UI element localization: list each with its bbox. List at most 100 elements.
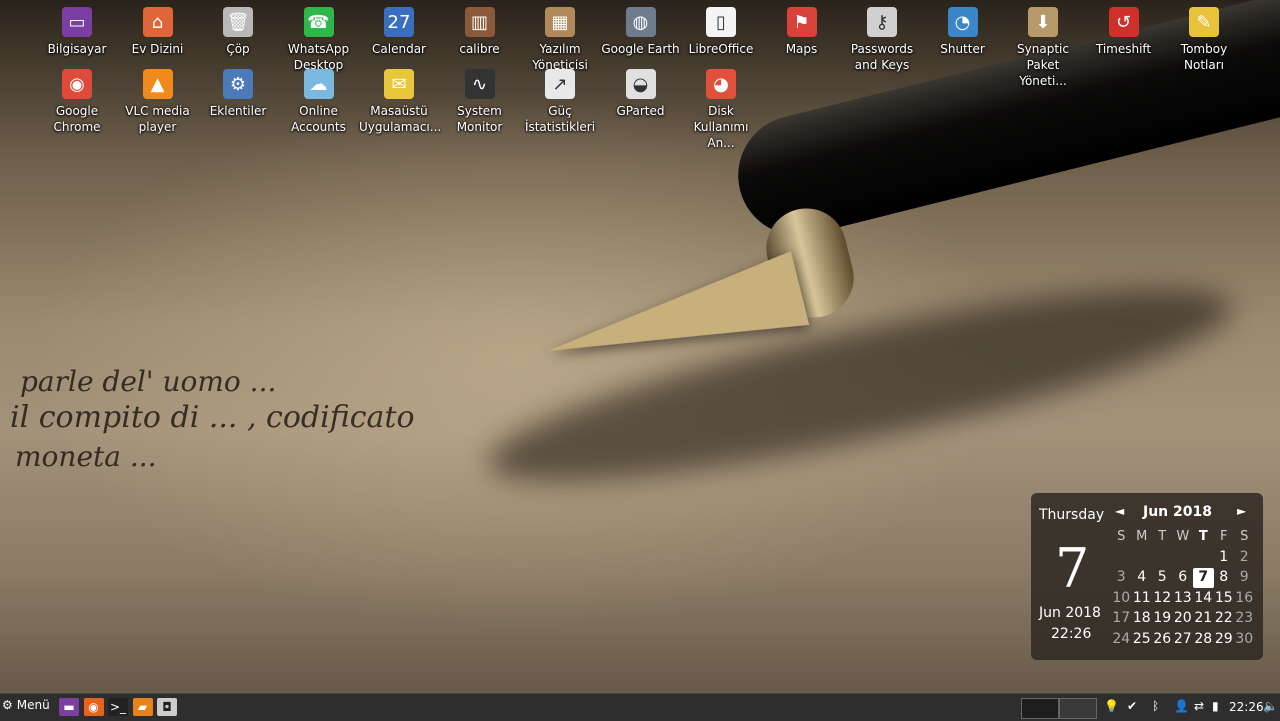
calendar-day[interactable]: 8	[1214, 568, 1235, 588]
calendar-month-title: Jun 2018	[1143, 504, 1212, 520]
menu-button[interactable]: ⚙ Menü	[2, 698, 50, 712]
show-desktop-icon[interactable]: ▬	[59, 698, 79, 716]
desktop-icon-label: System Monitor	[456, 104, 503, 134]
calendar-day[interactable]: 20	[1173, 609, 1194, 629]
workspace-1[interactable]	[1021, 698, 1059, 719]
calendar-day[interactable]: 13	[1173, 589, 1194, 609]
lightbulb-icon[interactable]: 💡	[1104, 699, 1119, 713]
battery-icon[interactable]: ▮	[1212, 699, 1219, 713]
desktop-icon[interactable]: ◍ Google Earth	[601, 7, 681, 57]
taskbar-clock[interactable]: 22:26	[1229, 700, 1264, 714]
workspace-2[interactable]	[1059, 698, 1097, 719]
wallpaper-handwriting: parle del' uomo ...	[20, 365, 277, 398]
desktop-icon[interactable]: ∿ System Monitor	[440, 69, 520, 135]
desktop-icon[interactable]: ▥ calibre	[440, 7, 520, 57]
calendar-day	[1173, 548, 1194, 568]
desktop-icon[interactable]: ⚑ Maps	[762, 7, 842, 57]
desktop-icon[interactable]: ↗ Güç İstatistikleri	[520, 69, 600, 135]
desktop-icon[interactable]: ⌂ Ev Dizini	[118, 7, 198, 57]
calendar-day[interactable]: 4	[1132, 568, 1153, 588]
bluetooth-icon[interactable]: ᛒ	[1152, 699, 1159, 713]
calendar-day[interactable]: 2	[1234, 548, 1255, 568]
desktop-icon[interactable]: ◔ Shutter	[923, 7, 1003, 57]
files-icon[interactable]: ▰	[132, 698, 153, 716]
terminal-icon[interactable]: >_	[108, 698, 128, 716]
desktop-icon[interactable]: ✉ Masaüstü Uygulamacı...	[359, 69, 442, 135]
cloud-icon: ☁	[303, 69, 334, 99]
calendar-day[interactable]: 9	[1234, 568, 1255, 588]
calendar-day[interactable]: 18	[1132, 609, 1153, 629]
desktop-icon[interactable]: ◕ Disk Kullanımı An...	[681, 69, 761, 151]
calendar-day[interactable]: 19	[1152, 609, 1173, 629]
calendar-day[interactable]: 14	[1193, 589, 1214, 609]
desktop-icon[interactable]: ▯ LibreOffice	[681, 7, 761, 57]
desktop-icon[interactable]: ☁ Online Accounts	[279, 69, 359, 135]
network-icon[interactable]: ⇄	[1194, 699, 1204, 713]
desktop-icon[interactable]: ▦ Yazılım Yöneticisi	[520, 7, 600, 73]
calendar-desklet: Thursday 7 Jun 2018 22:26 ◄ Jun 2018 ► S…	[1031, 493, 1263, 660]
desktop-icon[interactable]: ▭ Bilgisayar	[37, 7, 117, 57]
calendar-day[interactable]: 24	[1111, 630, 1132, 650]
desktop-icon-label: calibre	[459, 42, 500, 56]
calendar-day[interactable]: 27	[1173, 630, 1194, 650]
desktop-icon[interactable]: ↺ Timeshift	[1084, 7, 1164, 57]
calendar-day[interactable]: 21	[1193, 609, 1214, 629]
calendar-day[interactable]: 17	[1111, 609, 1132, 629]
calendar-day[interactable]: 22	[1214, 609, 1235, 629]
shield-icon[interactable]: ✔	[1127, 699, 1137, 713]
desktop-icon-label: Çöp	[226, 42, 250, 56]
calendar-day[interactable]: 26	[1152, 630, 1173, 650]
desktop-icon[interactable]: ⚷ Passwords and Keys	[842, 7, 922, 73]
calendar-day[interactable]: 23	[1234, 609, 1255, 629]
maps-icon: ⚑	[786, 7, 817, 37]
firefox-icon[interactable]: ◉	[83, 698, 104, 716]
calendar-day[interactable]: 25	[1132, 630, 1153, 650]
user-icon[interactable]: 👤	[1174, 699, 1189, 713]
chrome-icon: ◉	[62, 69, 92, 99]
desktop-icon[interactable]: 27 Calendar	[359, 7, 439, 57]
desktop-icon-label: Google Earth	[601, 42, 680, 56]
calendar-day[interactable]: 5	[1152, 568, 1173, 588]
desktop-icon-label: Masaüstü Uygulamacı...	[359, 104, 442, 134]
calendar-day[interactable]: 28	[1193, 630, 1214, 650]
google-earth-icon: ◍	[625, 7, 656, 37]
desktop-icon[interactable]: ⬇ Synaptic Paket Yöneti...	[1003, 7, 1083, 89]
desktop-icon[interactable]: ◒ GParted	[601, 69, 681, 119]
calendar-day[interactable]: 7	[1193, 568, 1214, 588]
calendar-day[interactable]: 1	[1214, 548, 1235, 568]
computer-icon: ▭	[62, 7, 92, 37]
calendar-day[interactable]: 3	[1111, 568, 1132, 588]
tomboy-icon: ✎	[1189, 7, 1219, 37]
desktop-icon[interactable]: ☎ WhatsApp Desktop	[279, 7, 359, 73]
volume-icon[interactable]: 🔈	[1263, 699, 1278, 713]
calendar-day[interactable]: 29	[1214, 630, 1235, 650]
calendar-prev-month-button[interactable]: ◄	[1115, 504, 1124, 518]
calendar-day[interactable]: 11	[1132, 589, 1153, 609]
desktop-icon[interactable]: 🗑 Çöp	[198, 7, 278, 57]
calendar-day	[1111, 548, 1132, 568]
desktop-icon-label: Güç İstatistikleri	[524, 104, 596, 134]
calendar-day[interactable]: 15	[1214, 589, 1235, 609]
calendar-day[interactable]: 6	[1173, 568, 1194, 588]
calendar-weekday-header: T	[1198, 529, 1208, 544]
calendar-day[interactable]: 30	[1234, 630, 1255, 650]
gear-icon: ⚙	[2, 698, 13, 712]
calendar-day[interactable]: 16	[1234, 589, 1255, 609]
desktop-icon-label: Disk Kullanımı An...	[693, 104, 749, 150]
calendar-weekday-header: T	[1158, 529, 1167, 544]
calendar-day	[1193, 548, 1214, 568]
calendar-day-name: Thursday	[1039, 507, 1105, 523]
calendar-day[interactable]: 10	[1111, 589, 1132, 609]
desktop-icon[interactable]: ◉ Google Chrome	[37, 69, 117, 135]
desktop-icon[interactable]: ✎ Tomboy Notları	[1164, 7, 1244, 73]
home-folder-icon: ⌂	[142, 7, 173, 37]
wallpaper-handwriting: moneta ...	[15, 440, 157, 473]
calendar-month-year: Jun 2018	[1039, 605, 1101, 621]
shutter-icon: ◔	[947, 7, 978, 37]
calendar-next-month-button[interactable]: ►	[1237, 504, 1246, 518]
desktop-icon[interactable]: ▲ VLC media player	[118, 69, 198, 135]
screenshot-icon[interactable]: ◘	[157, 698, 177, 716]
calendar-day[interactable]: 12	[1152, 589, 1173, 609]
desktop-icon[interactable]: ⚙ Eklentiler	[198, 69, 278, 119]
desktop-icon-label: Timeshift	[1095, 42, 1152, 56]
